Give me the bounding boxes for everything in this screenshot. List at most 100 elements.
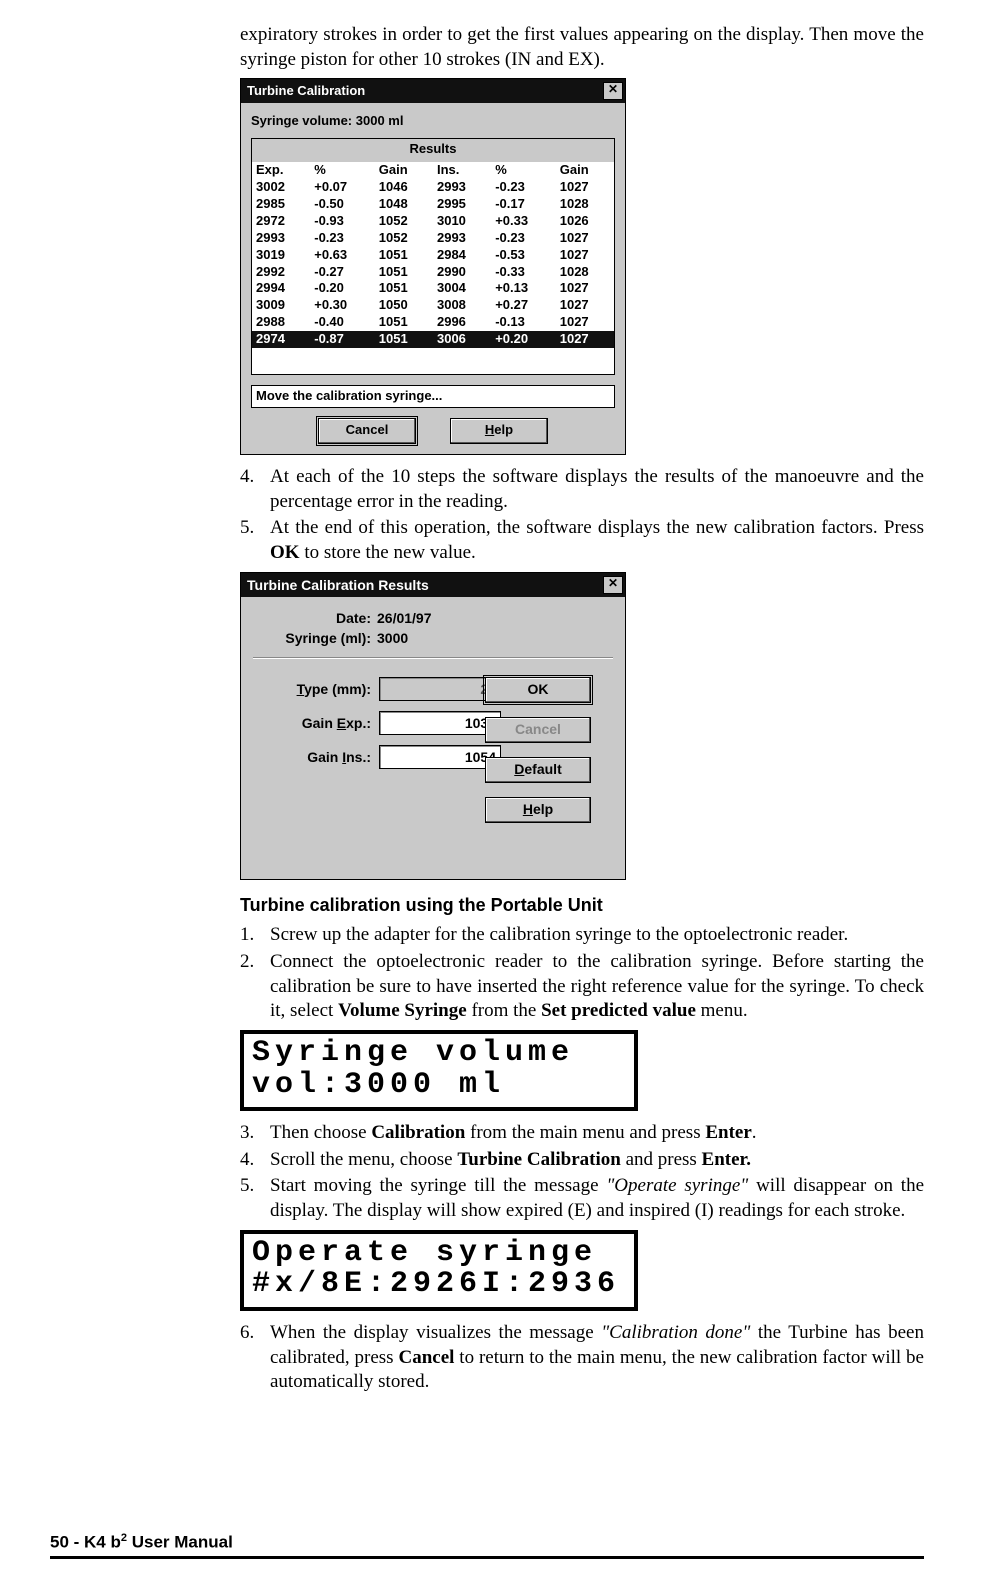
lcd-line: #x/8E:2926I:2936 <box>252 1269 626 1301</box>
table-cell: 1027 <box>556 280 614 297</box>
list-number: 2. <box>240 950 270 1024</box>
table-cell: -0.13 <box>491 314 556 331</box>
list-item: Then choose Calibration from the main me… <box>270 1121 924 1146</box>
table-cell: -0.17 <box>491 196 556 213</box>
table-cell: 2984 <box>433 247 491 264</box>
default-button[interactable]: Default <box>485 757 591 783</box>
table-cell: -0.50 <box>310 196 375 213</box>
list-number: 5. <box>240 1174 270 1223</box>
table-cell: 2972 <box>252 213 310 230</box>
close-icon[interactable]: ✕ <box>603 576 623 594</box>
table-row[interactable]: 2993-0.2310522993-0.231027 <box>252 230 614 247</box>
titlebar: Turbine Calibration Results ✕ <box>241 573 625 597</box>
table-row[interactable]: 3002+0.0710462993-0.231027 <box>252 179 614 196</box>
lcd-line: vol:3000 ml <box>252 1070 626 1102</box>
table-header: Gain <box>375 162 433 179</box>
table-cell: 2993 <box>252 230 310 247</box>
list-number: 5. <box>240 516 270 565</box>
table-cell: 3004 <box>433 280 491 297</box>
date-label: Date: <box>253 609 377 627</box>
table-cell: +0.20 <box>491 331 556 348</box>
window-title: Turbine Calibration Results <box>247 576 603 594</box>
cancel-button[interactable]: Cancel <box>318 418 416 444</box>
intro-text: expiratory strokes in order to get the f… <box>240 23 924 72</box>
table-cell: 3009 <box>252 297 310 314</box>
table-row[interactable]: 2972-0.9310523010+0.331026 <box>252 213 614 230</box>
table-cell: -0.33 <box>491 264 556 281</box>
list-number: 4. <box>240 1148 270 1173</box>
table-cell: 1052 <box>375 230 433 247</box>
table-cell: 2985 <box>252 196 310 213</box>
table-cell: 1027 <box>556 331 614 348</box>
status-message: Move the calibration syringe... <box>251 385 615 408</box>
list-item: At each of the 10 steps the software dis… <box>270 465 924 514</box>
table-cell: 2993 <box>433 230 491 247</box>
table-cell: 1051 <box>375 331 433 348</box>
table-cell: 1026 <box>556 213 614 230</box>
table-cell: 1048 <box>375 196 433 213</box>
ok-button[interactable]: OK <box>485 677 591 703</box>
table-cell: -0.23 <box>491 179 556 196</box>
window-title: Turbine Calibration <box>247 83 603 100</box>
list-item: When the display visualizes the message … <box>270 1321 924 1395</box>
table-row[interactable]: 2992-0.2710512990-0.331028 <box>252 264 614 281</box>
table-row[interactable]: 2994-0.2010513004+0.131027 <box>252 280 614 297</box>
table-cell: 2993 <box>433 179 491 196</box>
table-row[interactable]: 2974-0.8710513006+0.201027 <box>252 331 614 348</box>
lcd-line: Syringe volume <box>252 1038 626 1070</box>
help-button[interactable]: Help <box>485 797 591 823</box>
lcd-display: Syringe volume vol:3000 ml <box>240 1030 638 1111</box>
type-field[interactable]: 28 <box>379 677 501 701</box>
type-label: Type (mm): <box>253 680 379 698</box>
table-cell: 1051 <box>375 247 433 264</box>
table-cell: +0.13 <box>491 280 556 297</box>
table-cell: 3019 <box>252 247 310 264</box>
table-header: Gain <box>556 162 614 179</box>
table-header: % <box>491 162 556 179</box>
table-row[interactable]: 2988-0.4010512996-0.131027 <box>252 314 614 331</box>
list-number: 4. <box>240 465 270 514</box>
table-cell: -0.53 <box>491 247 556 264</box>
table-cell: -0.23 <box>310 230 375 247</box>
lcd-line: Operate syringe <box>252 1238 626 1270</box>
table-cell: -0.27 <box>310 264 375 281</box>
results-box: Results Exp.%GainIns.%Gain3002+0.0710462… <box>251 138 615 375</box>
table-cell: -0.23 <box>491 230 556 247</box>
table-cell: 1051 <box>375 264 433 281</box>
lcd-display: Operate syringe #x/8E:2926I:2936 <box>240 1230 638 1311</box>
table-row[interactable]: 3009+0.3010503008+0.271027 <box>252 297 614 314</box>
help-button[interactable]: Help <box>450 418 548 444</box>
table-cell: 3010 <box>433 213 491 230</box>
table-cell: 1027 <box>556 247 614 264</box>
gain-exp-field[interactable]: 1038 <box>379 711 501 735</box>
close-icon[interactable]: ✕ <box>603 82 623 100</box>
table-cell: 1027 <box>556 297 614 314</box>
gain-exp-label: Gain Exp.: <box>253 714 379 732</box>
section-heading: Turbine calibration using the Portable U… <box>240 894 924 917</box>
turbine-calibration-window: Turbine Calibration ✕ Syringe volume: 30… <box>240 78 626 454</box>
table-cell: 1027 <box>556 314 614 331</box>
table-row[interactable]: 3019+0.6310512984-0.531027 <box>252 247 614 264</box>
list-number: 1. <box>240 923 270 948</box>
table-cell: 1050 <box>375 297 433 314</box>
gain-ins-field[interactable]: 1054 <box>379 745 501 769</box>
page-footer: 50 - K4 b2 User Manual <box>50 1531 924 1559</box>
syringe-label: Syringe (ml): <box>253 629 377 647</box>
table-cell: +0.33 <box>491 213 556 230</box>
table-cell: 1052 <box>375 213 433 230</box>
table-cell: 2974 <box>252 331 310 348</box>
list-item: Scroll the menu, choose Turbine Calibrat… <box>270 1148 924 1173</box>
table-cell: 1028 <box>556 196 614 213</box>
table-row[interactable]: 2985-0.5010482995-0.171028 <box>252 196 614 213</box>
table-cell: 1028 <box>556 264 614 281</box>
date-value: 26/01/97 <box>377 609 432 627</box>
list-number: 3. <box>240 1121 270 1146</box>
list-item: At the end of this operation, the softwa… <box>270 516 924 565</box>
calibration-results-window: Turbine Calibration Results ✕ Date: 26/0… <box>240 572 626 880</box>
table-cell: 2988 <box>252 314 310 331</box>
table-cell: 3006 <box>433 331 491 348</box>
table-cell: -0.20 <box>310 280 375 297</box>
cancel-button[interactable]: Cancel <box>485 717 591 743</box>
table-cell: 2994 <box>252 280 310 297</box>
list-item: Screw up the adapter for the calibration… <box>270 923 924 948</box>
